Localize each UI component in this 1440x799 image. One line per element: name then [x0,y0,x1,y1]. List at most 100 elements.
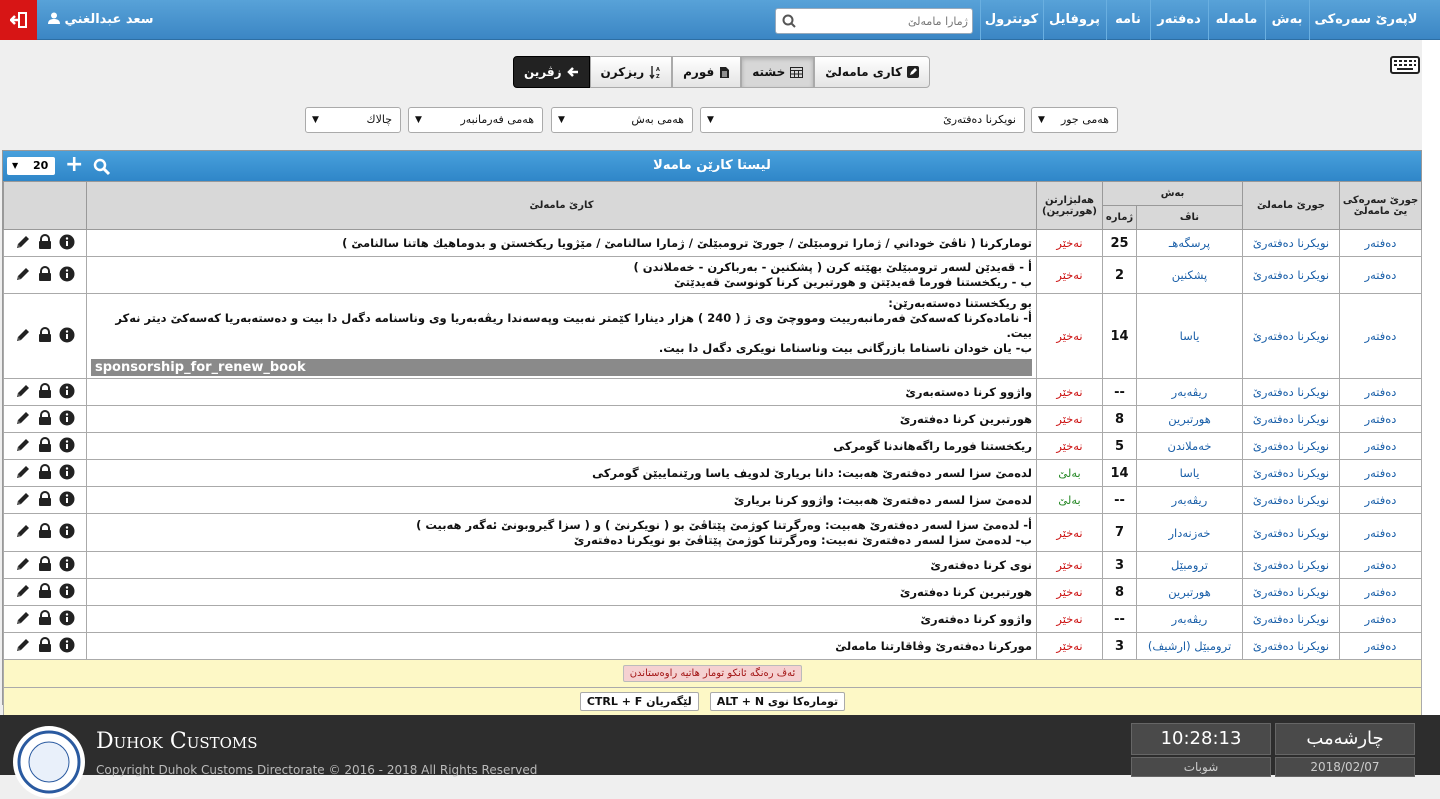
edit-icon[interactable] [12,523,34,542]
lock-icon[interactable] [34,233,56,253]
lock-icon[interactable] [34,409,56,429]
sort-button[interactable]: ریزکرن AZ [589,56,673,88]
type-cell[interactable]: نویکرنا دەفتەرێ [1242,256,1340,294]
kind-cell[interactable]: دەفتەر [1339,432,1422,460]
type-cell[interactable]: نویکرنا دەفتەرێ [1242,605,1340,633]
dept-name-cell[interactable]: ترومبێل (ارشیف) [1136,632,1243,660]
info-icon[interactable] [56,234,78,253]
type-cell[interactable]: نویکرنا دەفتەرێ [1242,229,1340,257]
user-menu[interactable]: سعد عبدالغني [48,0,154,40]
type-cell[interactable]: نویکرنا دەفتەرێ [1242,632,1340,660]
info-icon[interactable] [56,383,78,402]
dept-name-cell[interactable]: ترومبێل [1136,551,1243,579]
work-button[interactable]: کاری مامەلێ [814,56,931,88]
kind-cell[interactable]: دەفتەر [1339,405,1422,433]
info-icon[interactable] [56,637,78,656]
dept-name-cell[interactable]: هورتبرین [1136,578,1243,606]
nav-transaction[interactable]: مامەلە [1208,0,1264,40]
kind-cell[interactable]: دەفتەر [1339,378,1422,406]
nav-home[interactable]: لاپەرێ سەرەکی [1309,0,1422,40]
edit-icon[interactable] [12,383,34,402]
dept-name-cell[interactable]: یاسا [1136,459,1243,487]
logout-button[interactable] [0,0,37,40]
add-icon[interactable]: + [65,151,83,179]
info-icon[interactable] [56,437,78,456]
type-cell[interactable]: نویکرنا دەفتەرێ [1242,551,1340,579]
dept-name-cell[interactable]: خەزنەدار [1136,513,1243,552]
dept-name-cell[interactable]: پرسگەهـ [1136,229,1243,257]
lock-icon[interactable] [34,490,56,510]
nav-control[interactable]: كونترول [980,0,1042,40]
edit-icon[interactable] [12,637,34,656]
type-cell[interactable]: نویکرنا دەفتەرێ [1242,378,1340,406]
table-view-button[interactable]: خشتە [741,56,815,88]
kind-cell[interactable]: دەفتەر [1339,632,1422,660]
edit-icon[interactable] [12,464,34,483]
dept-name-cell[interactable]: ریڤەبەر [1136,605,1243,633]
shortcut-search[interactable]: CTRL + F لێگەریان [579,692,699,711]
department-select[interactable]: ▼ هەمی بەش [551,107,693,133]
shortcut-new[interactable]: ALT + N تومارەکا نوی [709,692,846,711]
edit-icon[interactable] [12,610,34,629]
info-icon[interactable] [56,410,78,429]
lock-icon[interactable] [34,265,56,285]
type-cell[interactable]: نویکرنا دەفتەرێ [1242,578,1340,606]
edit-icon[interactable] [12,327,34,346]
kind-cell[interactable]: دەفتەر [1339,578,1422,606]
type-cell[interactable]: نویکرنا دەفتەرێ [1242,405,1340,433]
info-icon[interactable] [56,523,78,542]
edit-icon[interactable] [12,491,34,510]
kind-cell[interactable]: دەفتەر [1339,459,1422,487]
kind-cell[interactable]: دەفتەر [1339,513,1422,552]
lock-icon[interactable] [34,609,56,629]
type-cell[interactable]: نویکرنا دەفتەرێ [1242,513,1340,552]
nav-register[interactable]: دەفتەر [1150,0,1207,40]
page-size-select[interactable]: ▼ 20 [7,157,55,175]
dept-name-cell[interactable]: یاسا [1136,293,1243,379]
dept-name-cell[interactable]: ریڤەبەر [1136,486,1243,514]
edit-icon[interactable] [12,583,34,602]
kind-cell[interactable]: دەفتەر [1339,256,1422,294]
lock-icon[interactable] [34,636,56,656]
edit-icon[interactable] [12,556,34,575]
edit-icon[interactable] [12,266,34,285]
lock-icon[interactable] [34,523,56,542]
edit-icon[interactable] [12,437,34,456]
lock-icon[interactable] [34,326,56,346]
type-cell[interactable]: نویکرنا دەفتەرێ [1242,293,1340,379]
dept-name-cell[interactable]: خەملاندن [1136,432,1243,460]
info-icon[interactable] [56,327,78,346]
back-button[interactable]: زڤرین [513,56,590,88]
kind-cell[interactable]: دەفتەر [1339,229,1422,257]
lock-icon[interactable] [34,382,56,402]
employee-select[interactable]: ▼ هەمی فەرمانبەر [408,107,543,133]
edit-icon[interactable] [12,410,34,429]
dept-name-cell[interactable]: پشکنین [1136,256,1243,294]
search-icon[interactable] [93,158,111,176]
status-select[interactable]: ▼ چالاك [305,107,401,133]
kind-cell[interactable]: دەفتەر [1339,551,1422,579]
lock-icon[interactable] [34,582,56,602]
keyboard-icon[interactable] [1390,56,1420,74]
info-icon[interactable] [56,556,78,575]
type-cell[interactable]: نویکرنا دەفتەرێ [1242,432,1340,460]
kind-cell[interactable]: دەفتەر [1339,486,1422,514]
search-input[interactable] [804,11,968,31]
lock-icon[interactable] [34,463,56,483]
kind-select[interactable]: ▼ هەمی جور [1031,107,1118,133]
nav-profile[interactable]: پروفایل [1043,0,1105,40]
info-icon[interactable] [56,464,78,483]
edit-icon[interactable] [12,234,34,253]
nav-department[interactable]: بەش [1265,0,1308,40]
info-icon[interactable] [56,583,78,602]
dept-name-cell[interactable]: هورتبرین [1136,405,1243,433]
type-cell[interactable]: نویکرنا دەفتەرێ [1242,486,1340,514]
nav-letter[interactable]: نامە [1106,0,1149,40]
kind-cell[interactable]: دەفتەر [1339,293,1422,379]
type-cell[interactable]: نویکرنا دەفتەرێ [1242,459,1340,487]
dept-name-cell[interactable]: ریڤەبەر [1136,378,1243,406]
transaction-type-select[interactable]: ▼ نویکرنا دەفتەرێ [700,107,1025,133]
info-icon[interactable] [56,491,78,510]
form-button[interactable]: فورم [672,56,742,88]
kind-cell[interactable]: دەفتەر [1339,605,1422,633]
